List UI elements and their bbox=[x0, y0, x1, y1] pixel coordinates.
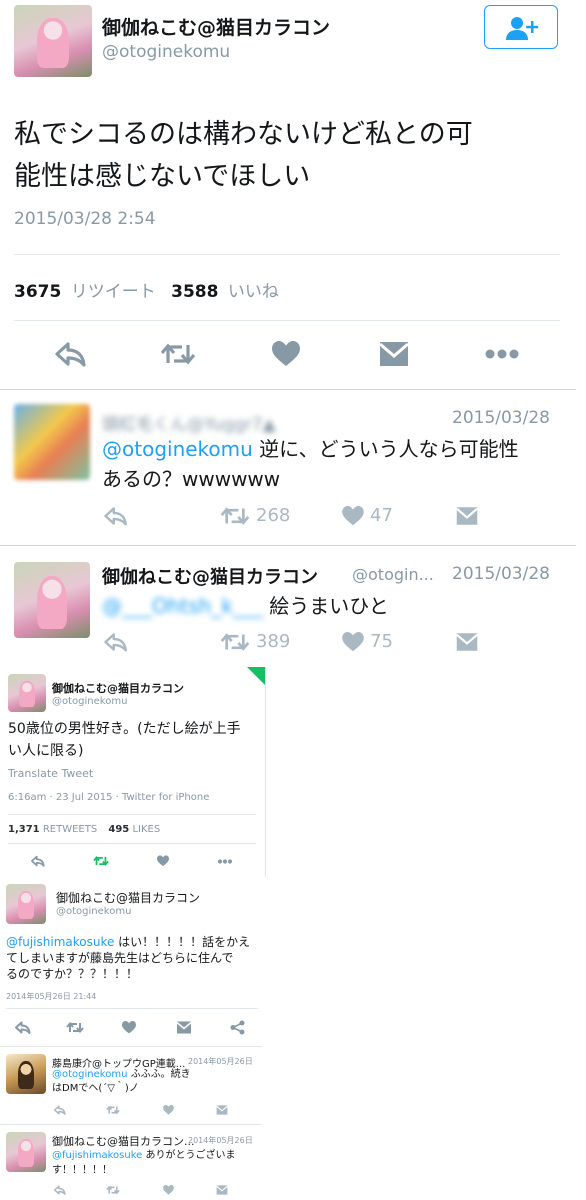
retweet-label[interactable]: リツイート bbox=[71, 282, 156, 302]
user-handle[interactable]: @otogin... bbox=[352, 565, 434, 584]
tweet-text-line: 逆に、どういう人なら可能性 bbox=[252, 437, 519, 461]
tweet-date[interactable]: 2015/03/28 bbox=[452, 408, 550, 428]
retweet-icon[interactable] bbox=[66, 1021, 84, 1034]
avatar[interactable] bbox=[6, 1054, 46, 1094]
like-count[interactable]: 495 bbox=[108, 824, 129, 835]
tweet-text-line: 能性は感じないでほしい bbox=[14, 161, 311, 192]
follow-button[interactable] bbox=[484, 5, 558, 49]
tweet-text-line: るのですか？？？！！！ bbox=[6, 967, 139, 981]
retweet-icon[interactable] bbox=[106, 1185, 120, 1195]
tweet-text-line: はDMでヘ(´▽｀)ノ bbox=[52, 1083, 139, 1094]
like-icon[interactable] bbox=[342, 506, 364, 526]
follow-user-icon bbox=[505, 15, 541, 41]
dm-icon[interactable] bbox=[379, 341, 409, 367]
tweet-text-line: 絵うまいひと bbox=[269, 594, 389, 618]
tweet-text-line: ふふふ。続き bbox=[127, 1069, 191, 1080]
retweet-count[interactable]: 1,371 bbox=[8, 824, 40, 835]
dm-icon[interactable] bbox=[176, 1021, 192, 1034]
retweet-label[interactable]: RETWEETS bbox=[43, 824, 97, 835]
tweet-text-line: い人に限る) bbox=[8, 743, 84, 759]
tweet-text: 50歳位の男性好き。(ただし絵が上手 い人に限る) bbox=[8, 718, 241, 762]
tweet-text-line: てしまいますが藤島先生はどちらに住んで bbox=[6, 951, 234, 965]
retweet-count[interactable]: 3675 bbox=[14, 282, 61, 302]
more-icon[interactable] bbox=[217, 859, 233, 864]
tweet-stats: 3675 リツイート 3588 いいね bbox=[14, 277, 279, 302]
retweeted-corner-badge bbox=[247, 667, 265, 685]
reply-icon[interactable] bbox=[55, 341, 87, 367]
display-name[interactable]: 頭紅毛くん@Yuggr7▲ bbox=[102, 410, 276, 435]
tweet-text: 私でシコるのは構わないけど私との可 能性は感じないでほしい bbox=[14, 114, 574, 198]
mention-link[interactable]: @fujishimakosuke bbox=[52, 1150, 142, 1161]
user-handle[interactable]: @otoginekomu bbox=[56, 906, 131, 917]
tweet-text: @fujishimakosuke はい！！！！！話をかえ てしまいますが藤島先生… bbox=[6, 934, 250, 982]
tweet-date[interactable]: 2014年05月26日 bbox=[188, 1135, 253, 1146]
tweet-text-line: す！！！！！ bbox=[52, 1165, 112, 1176]
tweet-text: @otoginekomu 逆に、どういう人なら可能性 あるの？wwwwww bbox=[102, 434, 519, 494]
tweet-date[interactable]: 2014年05月26日 bbox=[188, 1056, 253, 1067]
reply-icon[interactable] bbox=[54, 1105, 66, 1115]
retweet-icon[interactable] bbox=[106, 1105, 120, 1115]
dm-icon[interactable] bbox=[216, 1185, 228, 1195]
avatar[interactable] bbox=[8, 674, 46, 712]
retweet-icon[interactable] bbox=[220, 631, 250, 653]
like-icon[interactable] bbox=[163, 1105, 174, 1115]
reply-icon[interactable] bbox=[104, 632, 128, 652]
dm-icon[interactable] bbox=[216, 1105, 228, 1115]
display-name[interactable]: 御伽ねこむ@猫目カラコン bbox=[52, 680, 184, 696]
like-icon[interactable] bbox=[342, 632, 364, 652]
display-name[interactable]: 御伽ねこむ@猫目カラコン... bbox=[52, 1133, 195, 1149]
tweet-date[interactable]: 2014年05月26日 21:44 bbox=[6, 991, 96, 1002]
reply-icon[interactable] bbox=[54, 1185, 66, 1195]
tweet-text-line: はい！！！！！話をかえ bbox=[114, 935, 251, 949]
tweet-text-line: ありがとうございま bbox=[142, 1150, 236, 1161]
user-handle[interactable]: @otoginekomu bbox=[52, 696, 127, 707]
retweet-icon[interactable] bbox=[93, 855, 109, 867]
like-label[interactable]: いいね bbox=[228, 282, 279, 302]
avatar[interactable] bbox=[6, 884, 46, 924]
tweet-date[interactable]: 2015/03/28 bbox=[452, 564, 550, 584]
reply-icon[interactable] bbox=[15, 1021, 31, 1034]
mention-link[interactable]: @___Ohtsh_k___ bbox=[102, 594, 263, 618]
retweet-count: 268 bbox=[256, 505, 291, 526]
dm-icon[interactable] bbox=[456, 632, 478, 652]
avatar[interactable] bbox=[6, 1132, 46, 1172]
display-name[interactable]: 御伽ねこむ@猫目カラコン bbox=[102, 563, 318, 589]
like-icon[interactable] bbox=[122, 1021, 136, 1034]
like-icon[interactable] bbox=[157, 855, 169, 867]
share-icon[interactable] bbox=[230, 1020, 245, 1035]
user-handle[interactable]: @otoginekomu bbox=[102, 42, 230, 62]
dm-icon[interactable] bbox=[456, 506, 478, 526]
mention-link[interactable]: @otoginekomu bbox=[52, 1069, 127, 1080]
tweet-text: @fujishimakosuke ありがとうございま す！！！！！ bbox=[52, 1148, 236, 1178]
tweet-text-line: あるの？wwwwww bbox=[102, 467, 281, 491]
reply-icon[interactable] bbox=[104, 506, 128, 526]
avatar[interactable] bbox=[14, 404, 90, 480]
more-icon[interactable] bbox=[484, 348, 520, 360]
avatar[interactable] bbox=[14, 5, 92, 77]
tweet-stats: 1,371 RETWEETS 495 LIKES bbox=[8, 824, 160, 835]
tweet-timestamp[interactable]: 2015/03/28 2:54 bbox=[14, 209, 156, 229]
retweet-count: 389 bbox=[256, 631, 291, 652]
tweet-text: @otoginekomu ふふふ。続き はDMでヘ(´▽｀)ノ bbox=[52, 1068, 191, 1096]
avatar[interactable] bbox=[14, 562, 90, 638]
retweet-icon[interactable] bbox=[160, 341, 196, 367]
display-name[interactable]: 御伽ねこむ@猫目カラコン bbox=[102, 13, 330, 40]
tweet-text-line: 私でシコるのは構わないけど私との可 bbox=[14, 119, 473, 150]
mention-link[interactable]: @otoginekomu bbox=[102, 437, 253, 461]
like-icon[interactable] bbox=[272, 341, 300, 367]
like-count: 47 bbox=[370, 505, 393, 526]
retweet-icon[interactable] bbox=[220, 505, 250, 527]
tweet-meta[interactable]: 6:16am · 23 Jul 2015 · Twitter for iPhon… bbox=[8, 792, 209, 803]
translate-link[interactable]: Translate Tweet bbox=[8, 767, 93, 780]
reply-icon[interactable] bbox=[31, 855, 45, 867]
like-label[interactable]: LIKES bbox=[132, 824, 160, 835]
mention-link[interactable]: @fujishimakosuke bbox=[6, 935, 114, 949]
tweet-text: @___Ohtsh_k___ 絵うまいひと bbox=[102, 590, 389, 619]
display-name[interactable]: 御伽ねこむ@猫目カラコン bbox=[56, 889, 200, 906]
tweet-text-line: 50歳位の男性好き。(ただし絵が上手 bbox=[8, 721, 241, 737]
like-count: 75 bbox=[370, 631, 393, 652]
like-count[interactable]: 3588 bbox=[171, 282, 218, 302]
like-icon[interactable] bbox=[163, 1185, 174, 1195]
